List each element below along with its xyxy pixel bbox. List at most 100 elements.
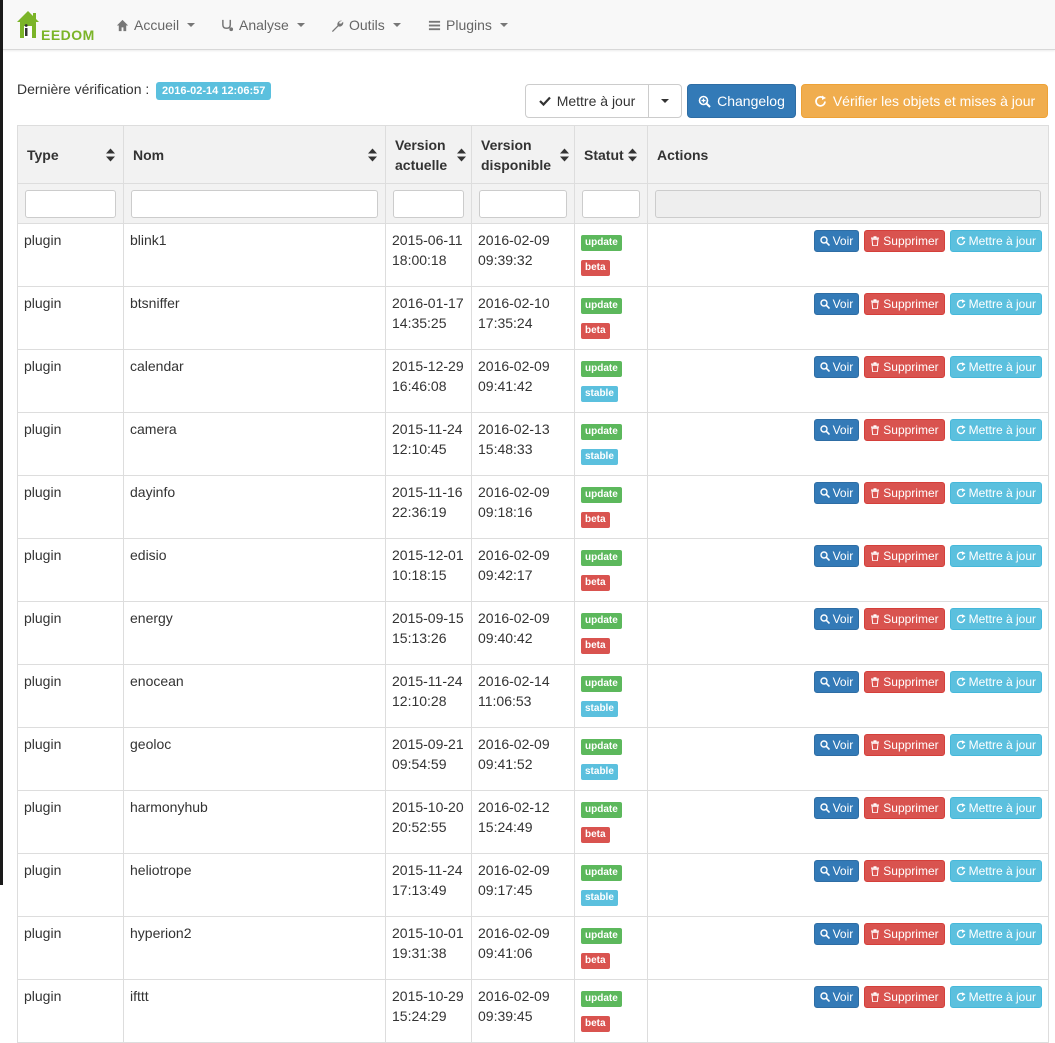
delete-button[interactable]: Supprimer <box>864 671 945 693</box>
cell-actions: Voir Supprimer Mettre à jour <box>647 727 1049 791</box>
update-all-button[interactable]: Mettre à jour <box>525 84 649 118</box>
version-dispo-time: 15:48:33 <box>478 441 533 457</box>
update-dropdown-toggle[interactable] <box>648 84 682 118</box>
delete-button[interactable]: Supprimer <box>864 923 945 945</box>
cell-statut: update beta <box>574 286 648 350</box>
jeedom-logo[interactable]: EEDOM <box>15 8 94 43</box>
version-dispo-time: 15:24:49 <box>478 819 533 835</box>
version-dispo-date: 2016-02-14 <box>478 673 550 689</box>
plugin-name: enocean <box>130 673 184 689</box>
delete-button[interactable]: Supprimer <box>864 230 945 252</box>
version-actuelle-time: 16:46:08 <box>392 378 447 394</box>
update-button[interactable]: Mettre à jour <box>949 734 1042 756</box>
type-text: plugin <box>24 232 62 248</box>
update-button[interactable]: Mettre à jour <box>949 860 1042 882</box>
version-actuelle-time: 14:35:25 <box>392 315 447 331</box>
plugin-name: ifttt <box>130 988 149 1004</box>
version-actuelle-time: 09:54:59 <box>392 756 447 772</box>
delete-button[interactable]: Supprimer <box>864 419 945 441</box>
col-statut-label: Statut <box>584 146 624 163</box>
delete-button[interactable]: Supprimer <box>864 293 945 315</box>
refresh-icon <box>956 929 966 939</box>
view-button[interactable]: Voir <box>813 986 860 1008</box>
view-button[interactable]: Voir <box>813 230 860 252</box>
type-text: plugin <box>24 358 62 374</box>
verify-updates-button[interactable]: Vérifier les objets et mises à jour <box>801 84 1048 118</box>
trash-icon <box>871 362 880 372</box>
table-row: plugin harmonyhub 2015-10-20 20:52:55 201… <box>17 790 1049 854</box>
view-button[interactable]: Voir <box>813 545 860 567</box>
filter-version-actuelle-input[interactable] <box>393 189 464 218</box>
update-button[interactable]: Mettre à jour <box>949 419 1042 441</box>
search-icon <box>819 740 830 750</box>
update-button[interactable]: Mettre à jour <box>949 482 1042 504</box>
cell-actions: Voir Supprimer Mettre à jour <box>647 475 1049 539</box>
update-button[interactable]: Mettre à jour <box>949 797 1042 819</box>
view-button[interactable]: Voir <box>813 923 860 945</box>
plugin-name: camera <box>130 421 177 437</box>
view-button[interactable]: Voir <box>813 482 860 504</box>
nav-analyse[interactable]: Analyse <box>221 15 305 35</box>
col-statut-header[interactable]: Statut <box>574 125 648 184</box>
table-row: plugin btsniffer 2016-01-17 14:35:25 2016… <box>17 286 1049 350</box>
nav-accueil[interactable]: Accueil <box>116 15 196 35</box>
type-text: plugin <box>24 295 62 311</box>
nav-outils[interactable]: Outils <box>331 15 401 35</box>
delete-button[interactable]: Supprimer <box>864 986 945 1008</box>
filter-statut-input[interactable] <box>582 189 640 218</box>
view-button[interactable]: Voir <box>813 293 860 315</box>
filter-nom-input[interactable] <box>131 189 378 218</box>
trash-icon <box>871 677 880 687</box>
delete-button[interactable]: Supprimer <box>864 860 945 882</box>
changelog-button[interactable]: Changelog <box>687 84 796 118</box>
nav-plugins[interactable]: Plugins <box>428 15 508 35</box>
filter-cell-nom <box>123 183 386 224</box>
type-text: plugin <box>24 799 62 815</box>
view-button[interactable]: Voir <box>813 671 860 693</box>
delete-button[interactable]: Supprimer <box>864 797 945 819</box>
cell-version-dispo: 2016-02-09 09:39:32 <box>471 223 575 287</box>
view-label: Voir <box>832 801 854 815</box>
search-icon <box>819 929 830 939</box>
update-button[interactable]: Mettre à jour <box>949 671 1042 693</box>
update-label: Mettre à jour <box>968 486 1036 500</box>
trash-icon <box>871 992 880 1002</box>
filter-type-input[interactable] <box>25 189 116 218</box>
view-button[interactable]: Voir <box>813 797 860 819</box>
cell-type: plugin <box>17 916 124 980</box>
status-badge: update <box>581 676 622 692</box>
version-actuelle-date: 2015-09-15 <box>392 610 464 626</box>
view-button[interactable]: Voir <box>813 608 860 630</box>
chevron-down-icon <box>187 23 196 27</box>
update-button[interactable]: Mettre à jour <box>949 608 1042 630</box>
update-button[interactable]: Mettre à jour <box>949 545 1042 567</box>
plugin-name: energy <box>130 610 173 626</box>
update-button[interactable]: Mettre à jour <box>949 293 1042 315</box>
view-button[interactable]: Voir <box>813 734 860 756</box>
col-version-actuelle-header[interactable]: Version actuelle <box>385 125 472 184</box>
filter-version-dispo-input[interactable] <box>479 189 567 218</box>
view-button[interactable]: Voir <box>813 419 860 441</box>
zoom-in-icon <box>698 95 711 108</box>
delete-button[interactable]: Supprimer <box>864 356 945 378</box>
update-button[interactable]: Mettre à jour <box>949 923 1042 945</box>
update-all-label: Mettre à jour <box>556 93 636 109</box>
delete-button[interactable]: Supprimer <box>864 734 945 756</box>
view-button[interactable]: Voir <box>813 356 860 378</box>
version-actuelle-date: 2015-11-24 <box>392 673 463 689</box>
delete-button[interactable]: Supprimer <box>864 545 945 567</box>
delete-button[interactable]: Supprimer <box>864 608 945 630</box>
col-nom-header[interactable]: Nom <box>123 125 386 184</box>
row-actions: Voir Supprimer Mettre à jour <box>654 293 1042 315</box>
search-icon <box>819 236 830 246</box>
update-button[interactable]: Mettre à jour <box>949 356 1042 378</box>
cell-statut: update beta <box>574 601 648 665</box>
col-type-header[interactable]: Type <box>17 125 124 184</box>
update-button[interactable]: Mettre à jour <box>949 986 1042 1008</box>
delete-button[interactable]: Supprimer <box>864 482 945 504</box>
cell-statut: update stable <box>574 727 648 791</box>
view-button[interactable]: Voir <box>813 860 860 882</box>
update-button[interactable]: Mettre à jour <box>949 230 1042 252</box>
col-version-dispo-header[interactable]: Version disponible <box>471 125 575 184</box>
wrench-icon <box>331 20 344 32</box>
